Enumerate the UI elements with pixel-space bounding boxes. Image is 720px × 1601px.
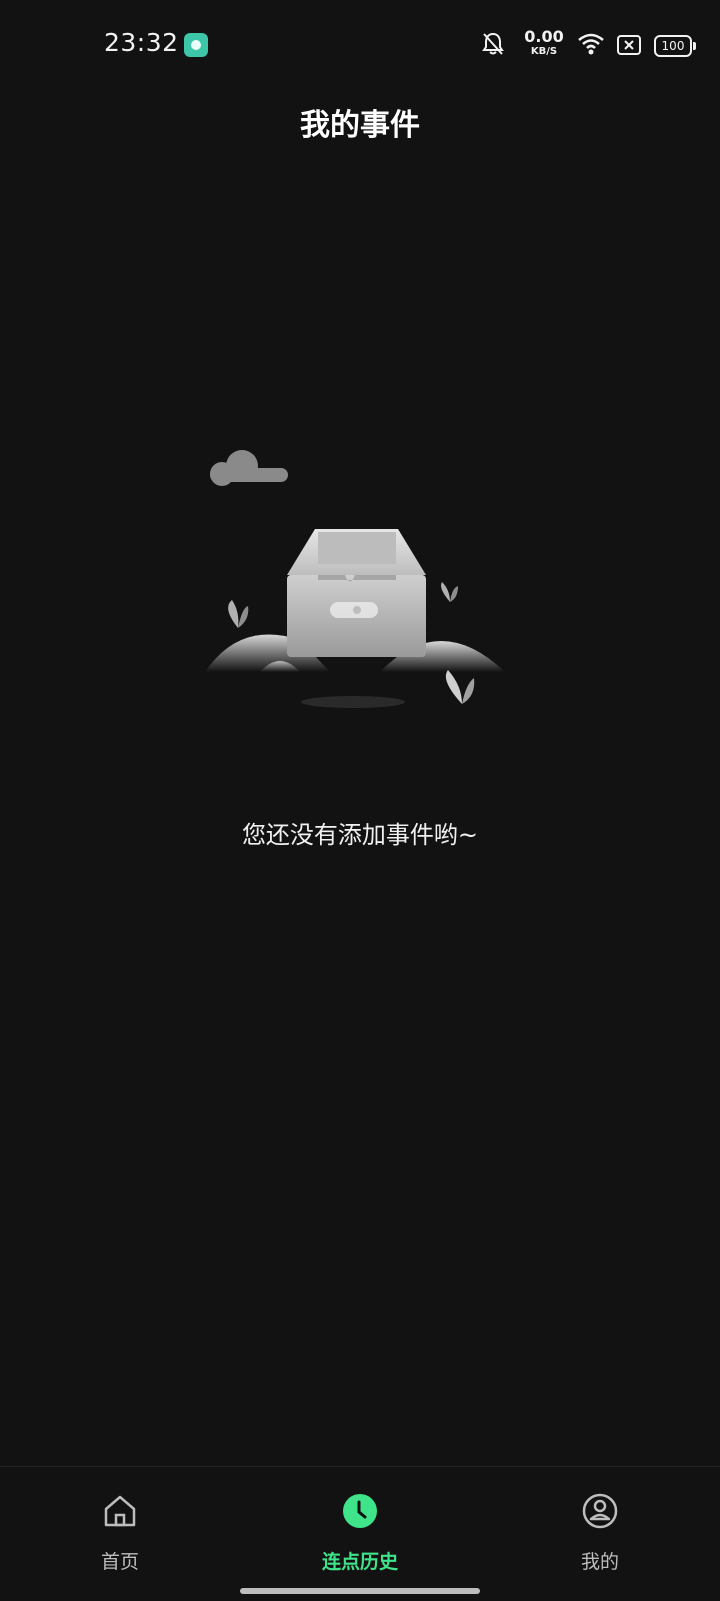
tab-mine-label: 我的 (580, 1551, 619, 1573)
bell-off-icon (482, 32, 504, 55)
tab-mine[interactable]: 我的 (520, 1467, 680, 1587)
cloud-icon (210, 450, 288, 486)
net-speed: 0.00 KB/S (522, 29, 566, 57)
net-speed-value: 0.00 (524, 27, 564, 46)
status-bar: 23:32 0.00 KB/S 100 (0, 0, 720, 92)
user-icon (582, 1493, 618, 1529)
empty-state-message: 您还没有添加事件哟~ (241, 821, 479, 849)
leaf-icon (441, 582, 458, 602)
leaf-icon (228, 600, 249, 628)
home-indicator[interactable] (240, 1588, 480, 1594)
tab-home-label: 首页 (100, 1551, 139, 1573)
bottom-tab-bar: 首页 连点历史 我的 (0, 1466, 720, 1601)
home-icon (104, 1495, 136, 1527)
page-title: 我的事件 (300, 108, 420, 143)
wifi-icon (578, 33, 604, 55)
tab-click-history[interactable]: 连点历史 (280, 1467, 440, 1587)
tab-home[interactable]: 首页 (40, 1467, 200, 1587)
empty-drawer-illustration (205, 450, 505, 708)
app-badge-icon (184, 33, 208, 57)
net-speed-unit: KB/S (530, 46, 558, 57)
battery-icon: 100 (654, 35, 696, 57)
x-box-icon (617, 35, 641, 55)
tab-click-history-label: 连点历史 (321, 1551, 398, 1573)
status-time: 23:32 (104, 28, 179, 57)
leaf-icon (445, 670, 475, 704)
clock-icon (343, 1494, 377, 1528)
